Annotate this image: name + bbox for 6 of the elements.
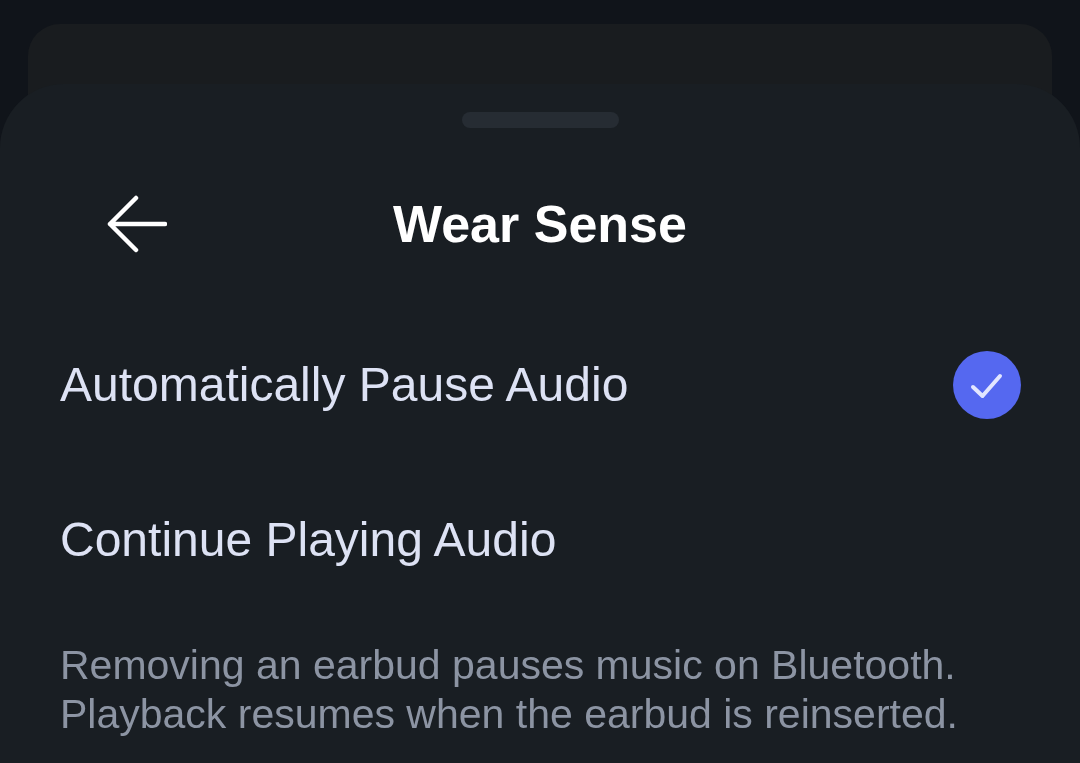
description-text: Removing an earbud pauses music on Bluetooth. Playback resumes when the earbud is reinserted. (59, 641, 959, 739)
sheet-title: Wear Sense (393, 193, 687, 255)
option-row[interactable]: Continue Playing Audio (0, 462, 1080, 617)
back-arrow-icon (107, 195, 167, 253)
checkmark-icon (953, 350, 1021, 419)
option-row[interactable]: Automatically Pause Audio (0, 307, 1080, 462)
